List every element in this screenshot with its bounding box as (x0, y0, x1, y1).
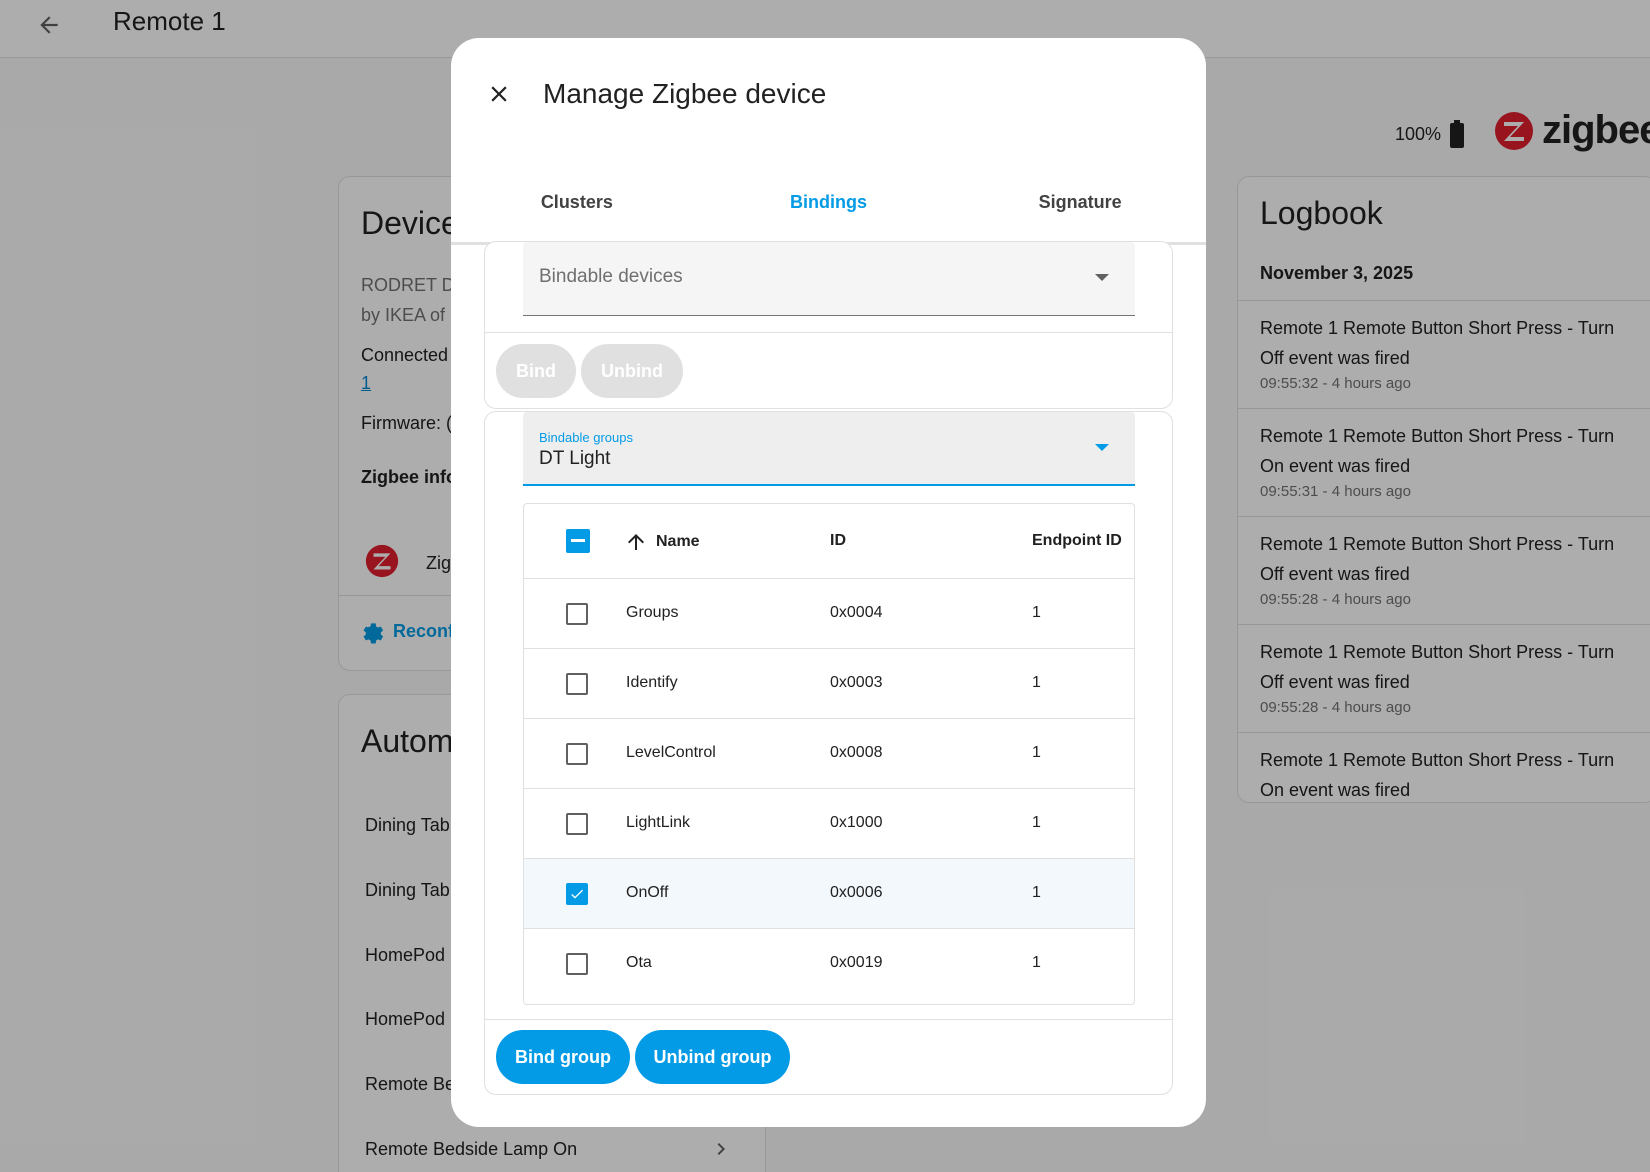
caret-down-icon (1095, 444, 1109, 451)
row-checkbox[interactable] (566, 603, 588, 625)
tab-signature[interactable]: Signature (954, 160, 1206, 242)
check-icon (571, 889, 583, 899)
cell-name: Groups (626, 604, 679, 621)
bindable-groups-label: Bindable groups (539, 430, 633, 445)
cell-name: Identify (626, 674, 678, 691)
table-row-selected[interactable]: OnOff 0x0006 1 (524, 859, 1134, 929)
row-checkbox[interactable] (566, 813, 588, 835)
column-header-id[interactable]: ID (830, 532, 846, 550)
section-divider (485, 1019, 1172, 1020)
bindable-devices-label: Bindable devices (539, 266, 683, 287)
sort-name-header[interactable]: Name (624, 530, 700, 554)
select-all-checkbox[interactable] (566, 529, 590, 553)
cell-name: LightLink (626, 814, 691, 831)
clusters-table: Name ID Endpoint ID Groups 0x0004 1 Iden… (523, 503, 1135, 1005)
row-checkbox[interactable] (566, 743, 588, 765)
tab-clusters[interactable]: Clusters (451, 160, 703, 242)
cell-id: 0x0004 (830, 604, 883, 621)
table-row[interactable]: Ota 0x0019 1 (524, 929, 1134, 999)
tab-bindings[interactable]: Bindings (702, 160, 955, 245)
arrow-up-icon (628, 534, 644, 550)
unbind-button[interactable]: Unbind (581, 344, 683, 398)
table-row[interactable]: Groups 0x0004 1 (524, 579, 1134, 649)
cell-id: 0x0006 (830, 884, 883, 901)
cell-endpoint: 1 (1032, 954, 1041, 971)
table-row[interactable]: Identify 0x0003 1 (524, 649, 1134, 719)
cell-id: 0x0003 (830, 674, 883, 691)
cell-name: OnOff (626, 884, 669, 901)
bindable-groups-select[interactable]: Bindable groups DT Light (523, 412, 1135, 486)
cell-id: 0x1000 (830, 814, 883, 831)
row-checkbox[interactable] (566, 953, 588, 975)
bindable-groups-value: DT Light (539, 448, 611, 469)
cell-id: 0x0019 (830, 954, 883, 971)
table-row[interactable]: LevelControl 0x0008 1 (524, 719, 1134, 789)
cell-endpoint: 1 (1032, 604, 1041, 621)
bind-group-button[interactable]: Bind group (496, 1030, 630, 1084)
bindable-devices-card: Bindable devices Bind Unbind (484, 241, 1173, 409)
bind-button[interactable]: Bind (496, 344, 576, 398)
bindable-devices-select[interactable]: Bindable devices (523, 242, 1135, 316)
cell-name: Ota (626, 954, 652, 971)
dialog-title: Manage Zigbee device (543, 78, 827, 109)
row-checkbox-checked[interactable] (566, 883, 588, 905)
close-button[interactable] (477, 72, 521, 116)
table-header: Name ID Endpoint ID (524, 504, 1134, 579)
cell-endpoint: 1 (1032, 884, 1041, 901)
row-checkbox[interactable] (566, 673, 588, 695)
caret-down-icon (1095, 274, 1109, 281)
cell-endpoint: 1 (1032, 674, 1041, 691)
dialog-tabs: Clusters Bindings Signature (451, 160, 1206, 245)
cell-endpoint: 1 (1032, 744, 1041, 761)
manage-zigbee-dialog: Manage Zigbee device Clusters Bindings S… (451, 38, 1206, 1127)
bindable-groups-card: Bindable groups DT Light Name ID Endpoin… (484, 411, 1173, 1095)
cell-endpoint: 1 (1032, 814, 1041, 831)
cell-name: LevelControl (626, 744, 716, 761)
column-header-endpoint[interactable]: Endpoint ID (1032, 532, 1122, 550)
column-header-name: Name (656, 533, 700, 550)
cell-id: 0x0008 (830, 744, 883, 761)
section-divider (485, 332, 1172, 333)
table-row[interactable]: LightLink 0x1000 1 (524, 789, 1134, 859)
close-icon (491, 86, 507, 102)
unbind-group-button[interactable]: Unbind group (635, 1030, 790, 1084)
